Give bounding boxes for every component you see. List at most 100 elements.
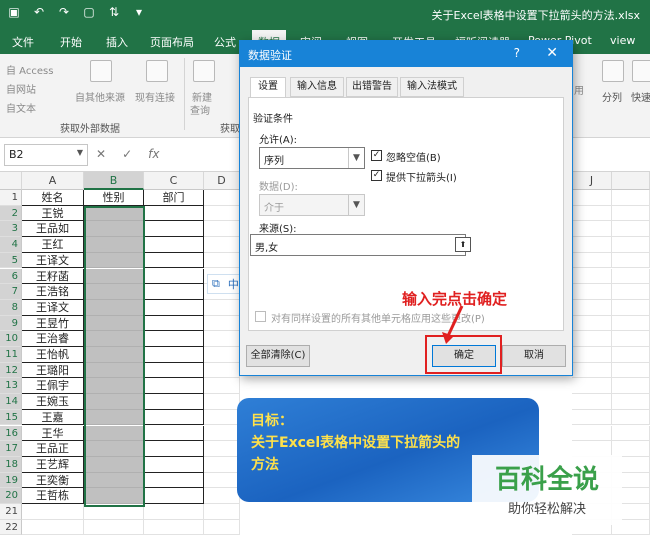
table-cell[interactable]: [84, 362, 144, 379]
other-sources-button[interactable]: 自其他来源: [75, 89, 125, 104]
source-input[interactable]: 男,女: [250, 234, 466, 256]
table-cell[interactable]: [204, 237, 240, 253]
table-cell[interactable]: 王佩宇: [22, 378, 84, 395]
chevron-down-icon[interactable]: ▼: [348, 148, 364, 168]
redo-icon[interactable]: ↷: [56, 5, 72, 19]
table-cell[interactable]: [612, 409, 650, 426]
table-cell[interactable]: [204, 519, 240, 536]
table-cell[interactable]: [572, 205, 612, 222]
table-cell[interactable]: [612, 237, 650, 253]
insert-function-icon[interactable]: fx: [148, 147, 159, 161]
table-cell[interactable]: [572, 394, 612, 410]
table-cell[interactable]: [204, 221, 240, 238]
allow-select[interactable]: 序列 ▼: [259, 147, 365, 169]
row-header[interactable]: 4: [0, 237, 22, 253]
table-cell[interactable]: 王奕衡: [22, 472, 84, 489]
table-cell[interactable]: [144, 504, 204, 520]
table-cell[interactable]: [204, 331, 240, 347]
table-cell[interactable]: 王哲栋: [22, 488, 84, 504]
name-box[interactable]: B2 ▼: [4, 144, 88, 166]
table-cell[interactable]: [144, 425, 204, 442]
table-cell[interactable]: 王治睿: [22, 331, 84, 347]
table-cell[interactable]: [612, 252, 650, 269]
table-cell[interactable]: [612, 315, 650, 332]
row-header[interactable]: 3: [0, 221, 22, 238]
table-cell[interactable]: [204, 299, 240, 316]
col-header-a[interactable]: A: [22, 172, 84, 190]
table-cell[interactable]: 王华: [22, 425, 84, 442]
row-header[interactable]: 1: [0, 190, 22, 206]
table-cell[interactable]: [204, 205, 240, 222]
row-header[interactable]: 19: [0, 472, 22, 489]
table-cell[interactable]: [144, 394, 204, 410]
table-cell[interactable]: [572, 425, 612, 442]
table-cell[interactable]: [84, 456, 144, 473]
table-cell[interactable]: [612, 425, 650, 442]
table-cell[interactable]: [144, 347, 204, 363]
table-cell[interactable]: 王品如: [22, 221, 84, 238]
table-cell[interactable]: [204, 394, 240, 410]
table-cell[interactable]: [84, 504, 144, 520]
table-cell[interactable]: [572, 237, 612, 253]
row-header[interactable]: 12: [0, 362, 22, 379]
table-cell[interactable]: [84, 519, 144, 536]
table-cell[interactable]: [204, 441, 240, 457]
confirm-icon[interactable]: ✓: [122, 147, 132, 161]
table-cell[interactable]: [144, 362, 204, 379]
table-cell[interactable]: [84, 488, 144, 504]
table-cell[interactable]: [572, 331, 612, 347]
table-cell[interactable]: 王品正: [22, 441, 84, 457]
table-cell[interactable]: [204, 315, 240, 332]
row-header[interactable]: 6: [0, 268, 22, 285]
table-cell[interactable]: [84, 472, 144, 489]
table-cell[interactable]: 部门: [144, 190, 204, 206]
row-header[interactable]: 11: [0, 347, 22, 363]
chevron-down-icon[interactable]: ▼: [77, 148, 83, 157]
table-cell[interactable]: [612, 268, 650, 285]
tab-file[interactable]: 文件: [12, 34, 34, 50]
table-cell[interactable]: [572, 362, 612, 379]
table-cell[interactable]: 王嘉: [22, 409, 84, 426]
table-cell[interactable]: [144, 284, 204, 300]
table-cell[interactable]: [144, 221, 204, 238]
table-cell[interactable]: [204, 378, 240, 395]
table-cell[interactable]: [572, 268, 612, 285]
tab-error-alert[interactable]: 出错警告: [346, 77, 398, 97]
table-cell[interactable]: 王婉玉: [22, 394, 84, 410]
table-cell[interactable]: [612, 284, 650, 300]
table-cell[interactable]: [84, 284, 144, 300]
table-cell[interactable]: [612, 331, 650, 347]
row-header[interactable]: 17: [0, 441, 22, 457]
undo-icon[interactable]: ↶: [31, 5, 47, 19]
table-cell[interactable]: [84, 409, 144, 426]
customize-icon[interactable]: ▾: [131, 5, 147, 19]
table-cell[interactable]: 王籽菡: [22, 268, 84, 285]
row-header[interactable]: 22: [0, 519, 22, 536]
table-cell[interactable]: [144, 237, 204, 253]
col-header-d[interactable]: D: [204, 172, 240, 190]
tab-insert[interactable]: 插入: [106, 34, 128, 50]
table-cell[interactable]: [144, 331, 204, 347]
ime-window-icon[interactable]: ⧉: [212, 277, 220, 291]
table-cell[interactable]: [144, 315, 204, 332]
row-header[interactable]: 10: [0, 331, 22, 347]
row-header[interactable]: 18: [0, 456, 22, 473]
table-cell[interactable]: [84, 221, 144, 238]
col-header-blank[interactable]: [612, 172, 650, 190]
table-cell[interactable]: 王艺辉: [22, 456, 84, 473]
table-cell[interactable]: [204, 347, 240, 363]
row-header[interactable]: 8: [0, 299, 22, 316]
col-header-j[interactable]: J: [572, 172, 612, 190]
table-cell[interactable]: [84, 252, 144, 269]
from-access-button[interactable]: 自 Access: [6, 62, 53, 77]
table-cell[interactable]: 王译文: [22, 252, 84, 269]
table-cell[interactable]: [612, 221, 650, 238]
table-cell[interactable]: [84, 315, 144, 332]
help-icon[interactable]: ?: [514, 46, 520, 60]
table-cell[interactable]: 王译文: [22, 299, 84, 316]
table-cell[interactable]: [572, 252, 612, 269]
row-header[interactable]: 2: [0, 205, 22, 222]
table-cell[interactable]: [204, 488, 240, 504]
table-cell[interactable]: [84, 237, 144, 253]
table-cell[interactable]: [84, 347, 144, 363]
